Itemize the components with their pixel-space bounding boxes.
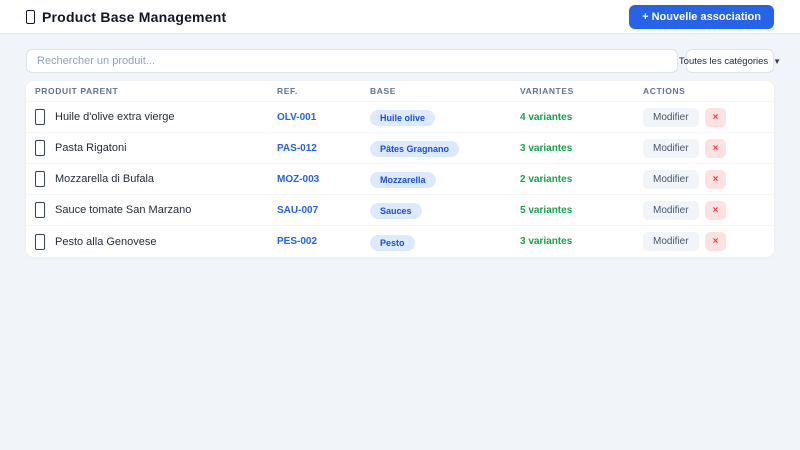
actions-cell: Modifier ×	[643, 107, 765, 127]
product-emoji-icon	[35, 202, 45, 218]
product-cell: Sauce tomate San Marzano	[35, 202, 277, 218]
variants-count: 5 variantes	[520, 204, 573, 216]
search-input[interactable]	[26, 49, 678, 73]
product-ref: PAS-012	[277, 142, 317, 154]
product-name: Huile d'olive extra vierge	[55, 111, 175, 123]
category-dropdown-label: Toutes les catégories	[678, 55, 769, 67]
product-name: Pasta Rigatoni	[55, 142, 127, 154]
table-row: Huile d'olive extra vierge OLV-001 Huile…	[26, 102, 774, 133]
base-cell: Sauces	[370, 201, 520, 219]
product-emoji-icon	[35, 171, 45, 187]
base-badge: Mozzarella	[370, 172, 436, 188]
modify-button[interactable]: Modifier	[643, 232, 699, 251]
package-icon	[26, 9, 35, 24]
product-table: PRODUIT PARENT REF. BASE VARIANTES ACTIO…	[26, 81, 774, 257]
product-cell: Pasta Rigatoni	[35, 140, 277, 156]
variants-count: 3 variantes	[520, 236, 573, 247]
base-badge: Sauces	[370, 203, 422, 219]
column-header-ref: REF.	[277, 86, 298, 96]
modify-button[interactable]: Modifier	[643, 107, 699, 127]
top-bar: Product Base Management + Nouvelle assoc…	[0, 0, 800, 34]
product-ref: PES-002	[277, 236, 318, 247]
delete-button[interactable]: ×	[704, 232, 727, 251]
delete-button[interactable]: ×	[704, 107, 727, 127]
modify-button[interactable]: Modifier	[643, 169, 699, 189]
variants-count: 4 variantes	[520, 111, 573, 123]
product-ref: MOZ-003	[277, 173, 320, 185]
delete-button[interactable]: ×	[704, 169, 727, 189]
column-header-base: BASE	[370, 86, 397, 96]
base-cell: Huile olive	[370, 108, 520, 126]
product-ref: OLV-001	[277, 111, 317, 123]
table-row: Mozzarella di Bufala MOZ-003 Mozzarella …	[26, 164, 774, 195]
actions-cell: Modifier ×	[643, 138, 765, 158]
product-emoji-icon	[35, 109, 45, 125]
category-dropdown[interactable]: Toutes les catégories ▼	[679, 49, 781, 73]
table-row: Sauce tomate San Marzano SAU-007 Sauces …	[26, 195, 774, 226]
base-cell: Mozzarella	[370, 170, 520, 188]
delete-button[interactable]: ×	[704, 200, 727, 220]
product-name: Mozzarella di Bufala	[55, 173, 155, 185]
base-cell: Pâtes Gragnano	[370, 139, 520, 157]
actions-cell: Modifier ×	[643, 200, 765, 220]
base-badge: Pâtes Gragnano	[370, 141, 460, 157]
table-row: Pasta Rigatoni PAS-012 Pâtes Gragnano 3 …	[26, 133, 774, 164]
product-cell: Pesto alla Genovese	[35, 233, 277, 250]
chevron-down-icon: ▼	[773, 56, 782, 66]
new-association-button[interactable]: + Nouvelle association	[629, 4, 774, 29]
filter-bar: Toutes les catégories ▼	[0, 34, 800, 81]
variants-count: 2 variantes	[520, 173, 573, 185]
column-header-actions: ACTIONS	[643, 86, 686, 96]
product-cell: Mozzarella di Bufala	[35, 171, 277, 187]
product-ref: SAU-007	[277, 204, 319, 216]
table-header-row: PRODUIT PARENT REF. BASE VARIANTES ACTIO…	[26, 81, 774, 102]
product-emoji-icon	[35, 233, 45, 250]
modify-button[interactable]: Modifier	[643, 138, 699, 158]
base-badge: Huile olive	[370, 110, 436, 126]
variants-count: 3 variantes	[520, 142, 573, 154]
base-badge: Pesto	[370, 234, 415, 251]
delete-button[interactable]: ×	[704, 138, 727, 158]
page-title: Product Base Management	[42, 8, 227, 25]
actions-cell: Modifier ×	[643, 232, 765, 251]
title-wrap: Product Base Management	[26, 9, 226, 25]
product-name: Pesto alla Genovese	[55, 235, 157, 248]
column-header-product: PRODUIT PARENT	[35, 86, 119, 96]
base-cell: Pesto	[370, 233, 520, 251]
actions-cell: Modifier ×	[643, 169, 765, 189]
modify-button[interactable]: Modifier	[643, 200, 699, 220]
table-row: Pesto alla Genovese PES-002 Pesto 3 vari…	[26, 226, 774, 257]
product-emoji-icon	[35, 140, 45, 156]
product-name: Sauce tomate San Marzano	[55, 204, 192, 216]
product-cell: Huile d'olive extra vierge	[35, 109, 277, 125]
column-header-variants: VARIANTES	[520, 86, 574, 96]
